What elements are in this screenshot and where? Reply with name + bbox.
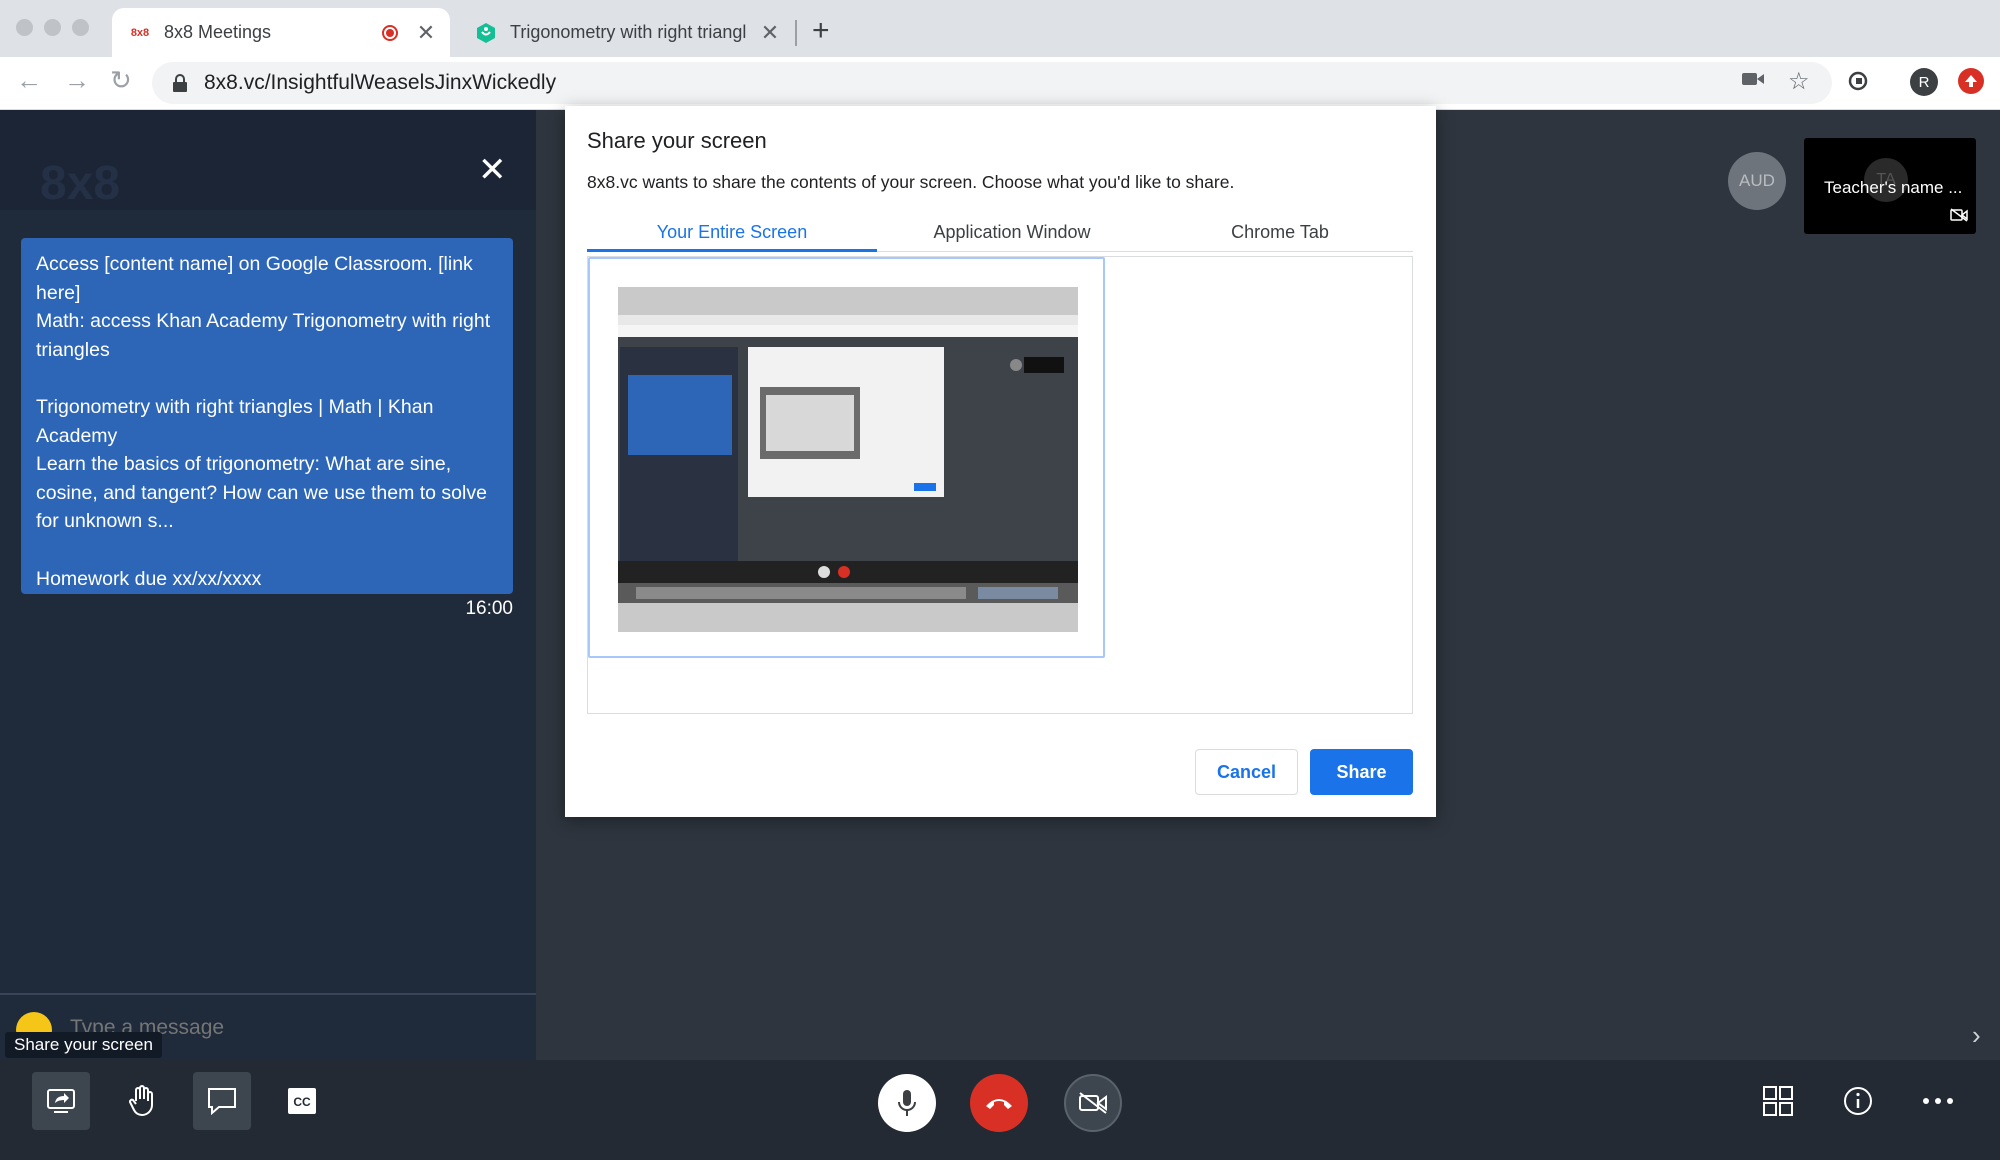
chat-toggle-button[interactable]	[193, 1072, 251, 1130]
new-tab-button[interactable]: +	[812, 14, 830, 48]
profile-avatar[interactable]: R	[1910, 68, 1938, 96]
share-button[interactable]: Share	[1310, 749, 1413, 795]
participant-name: Teacher's name ...	[1824, 178, 1963, 197]
microphone-button[interactable]	[878, 1074, 936, 1132]
star-icon[interactable]: ☆	[1788, 67, 1810, 96]
closed-captions-button[interactable]: CC	[273, 1072, 331, 1130]
share-source-tabs: Your Entire Screen Application Window Ch…	[587, 212, 1413, 252]
browser-toolbar: ← → ↻ 8x8.vc/InsightfulWeaselsJinxWicked…	[0, 57, 2000, 110]
share-screen-tooltip: Share your screen	[5, 1032, 162, 1058]
update-icon[interactable]	[1958, 68, 1984, 94]
minimize-window-button[interactable]	[44, 19, 61, 36]
active-tab-indicator	[587, 249, 877, 252]
close-chat-icon[interactable]: ✕	[478, 150, 507, 190]
tab-title: Trigonometry with right triangl	[510, 22, 747, 42]
camera-icon[interactable]	[1742, 71, 1764, 87]
extension-icon[interactable]	[1848, 71, 1868, 91]
khan-academy-favicon-icon	[476, 22, 496, 43]
camera-toggle-button[interactable]	[1064, 1074, 1122, 1132]
dialog-description: 8x8.vc wants to share the contents of yo…	[587, 172, 1235, 192]
message-timestamp: 16:00	[465, 598, 513, 619]
share-screen-button[interactable]	[32, 1072, 90, 1130]
lock-icon	[172, 74, 188, 92]
participant-thumbnail[interactable]: TA Teacher's name ...	[1804, 138, 1976, 234]
tab-application-window[interactable]: Application Window	[877, 222, 1147, 243]
forward-icon[interactable]: →	[64, 65, 90, 96]
share-screen-dialog: Share your screen 8x8.vc wants to share …	[565, 106, 1436, 817]
entire-screen-option[interactable]	[588, 257, 1105, 658]
url-path: /InsightfulWeaselsJinxWickedly	[264, 71, 557, 94]
tab-entire-screen[interactable]: Your Entire Screen	[587, 222, 877, 243]
tab-separator	[795, 20, 797, 46]
screen-preview-thumbnail	[618, 287, 1078, 632]
svg-text:CC: CC	[293, 1095, 311, 1109]
camera-off-icon	[1950, 208, 1968, 227]
8x8-logo: 8x8	[40, 157, 121, 210]
chat-divider	[0, 993, 536, 995]
hangup-button[interactable]	[970, 1074, 1028, 1132]
8x8-favicon-icon: 8x8	[130, 26, 150, 39]
tab-title: 8x8 Meetings	[164, 22, 272, 42]
back-icon[interactable]: ←	[16, 65, 42, 96]
url-text: 8x8.vc/InsightfulWeaselsJinxWickedly	[204, 71, 556, 95]
chat-header: 8x8 ✕	[0, 110, 536, 210]
zoom-window-button[interactable]	[72, 19, 89, 36]
browser-tabbar: 8x8 8x8 Meetings ✕ Trigonometry with rig…	[0, 0, 2000, 57]
source-picker	[587, 256, 1413, 714]
meeting-toolbar: CC	[0, 1060, 2000, 1160]
audience-avatar[interactable]: AUD	[1728, 152, 1786, 210]
close-tab-icon[interactable]: ✕	[416, 20, 436, 46]
address-bar[interactable]: 8x8.vc/InsightfulWeaselsJinxWickedly	[152, 62, 1832, 104]
raise-hand-button[interactable]	[113, 1072, 171, 1130]
info-icon[interactable]	[1829, 1072, 1887, 1130]
tab-8x8-meetings[interactable]: 8x8 8x8 Meetings ✕	[112, 8, 450, 57]
tab-chrome-tab[interactable]: Chrome Tab	[1147, 222, 1413, 243]
cancel-button[interactable]: Cancel	[1195, 749, 1298, 795]
grid-view-icon[interactable]	[1749, 1072, 1807, 1130]
tab-trigonometry[interactable]: Trigonometry with right triangl ✕	[458, 8, 794, 57]
url-host: 8x8.vc	[204, 71, 265, 94]
close-window-button[interactable]	[16, 19, 33, 36]
more-options-icon[interactable]	[1909, 1072, 1967, 1130]
chat-panel: 8x8 ✕ Access [content name] on Google Cl…	[0, 110, 536, 1060]
chat-message: Access [content name] on Google Classroo…	[21, 238, 513, 594]
reload-icon[interactable]: ↻	[110, 65, 132, 96]
close-tab-icon[interactable]: ✕	[760, 20, 780, 46]
recording-icon	[382, 24, 398, 41]
dialog-title: Share your screen	[587, 128, 767, 153]
chevron-right-icon[interactable]: ›	[1972, 1020, 1981, 1051]
